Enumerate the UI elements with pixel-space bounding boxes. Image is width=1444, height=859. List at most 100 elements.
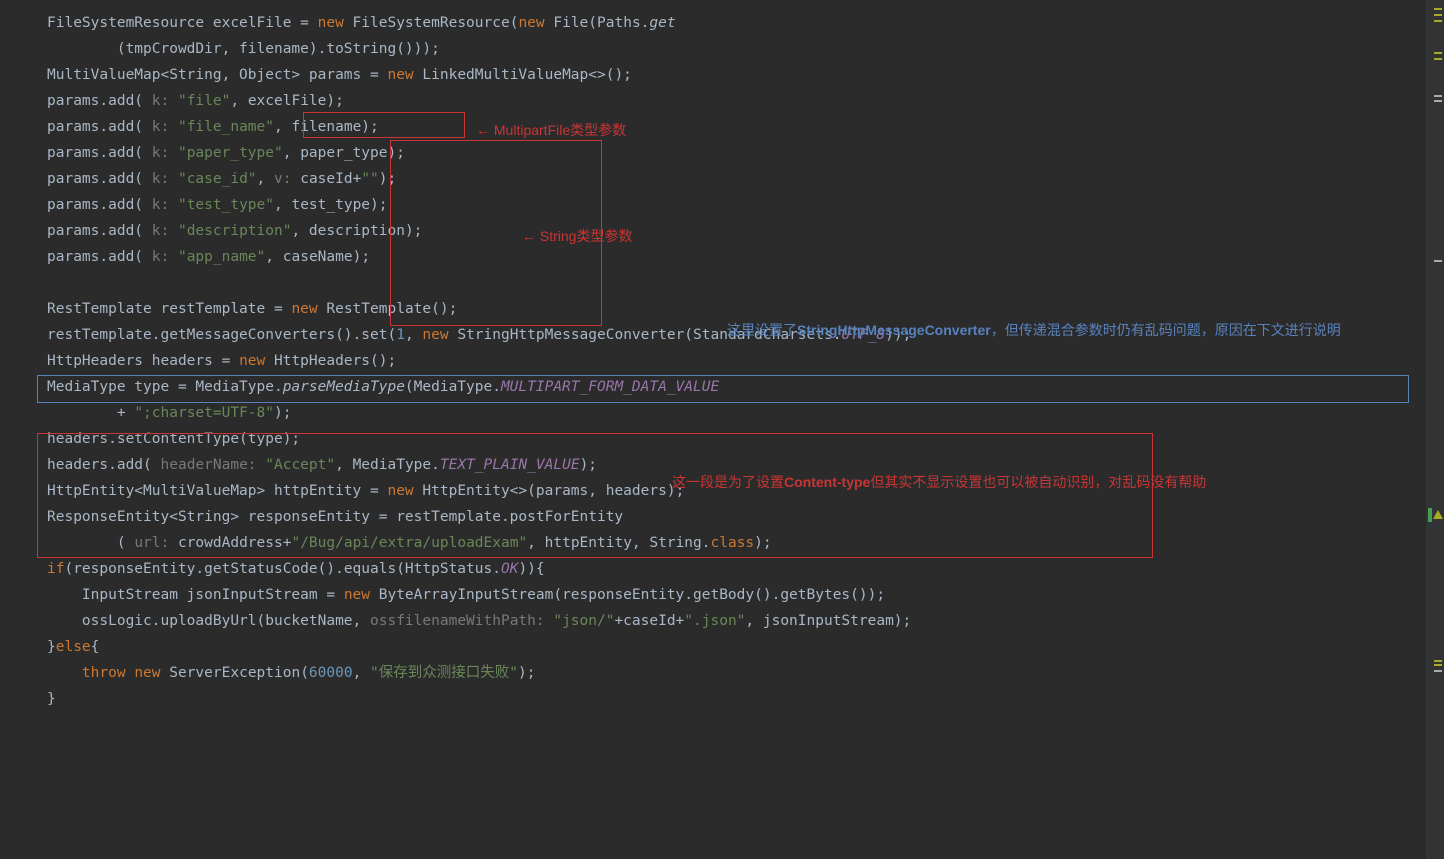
code-line: ( url: crowdAddress+"/Bug/api/extra/uplo…: [0, 530, 1444, 556]
string: "file_name": [178, 119, 274, 135]
code-text: filename);: [291, 119, 378, 135]
code-text: )){: [518, 561, 544, 577]
code-text: (tmpCrowdDir, filename).toString()));: [47, 41, 440, 57]
code-text: , description);: [291, 223, 422, 239]
code-text: ,: [353, 665, 370, 681]
keyword: new: [422, 327, 448, 343]
minimap-marker: [1434, 52, 1442, 54]
annotation-contenttype: 这一段是为了设置Content-type但其实不显示设置也可以被自动识别，对乱码…: [672, 471, 1412, 493]
arrow-icon: ←: [476, 122, 490, 138]
string: "case_id": [178, 171, 257, 187]
code-text: [47, 665, 82, 681]
minimap-marker: [1428, 508, 1432, 522]
code-line: params.add( k: "case_id", v: caseId+"");: [0, 166, 1444, 192]
code-line: ossLogic.uploadByUrl(bucketName, ossfile…: [0, 608, 1444, 634]
code-text: ,: [265, 249, 282, 265]
annotation-text: MultipartFile类型参数: [494, 122, 626, 138]
minimap-marker: [1434, 670, 1442, 672]
code-text: headers.add(: [47, 457, 161, 473]
code-text: ResponseEntity<String> responseEntity = …: [47, 509, 623, 525]
param-hint: k:: [152, 197, 178, 213]
code-line: FileSystemResource excelFile = new FileS…: [0, 10, 1444, 36]
keyword: new: [318, 15, 344, 31]
code-text: (: [47, 535, 134, 551]
code-text: (responseEntity.getStatusCode().equals(H…: [64, 561, 501, 577]
string: "保存到众测接口失败": [370, 665, 518, 681]
constant: TEXT_PLAIN_VALUE: [440, 457, 580, 473]
annotation-text: 这里设置了: [727, 322, 797, 338]
keyword: throw: [82, 665, 126, 681]
param-hint: k:: [152, 171, 178, 187]
code-text: excelFile);: [248, 93, 344, 109]
code-text: , test_type);: [274, 197, 388, 213]
minimap-marker: [1434, 20, 1442, 22]
minimap-marker: [1434, 100, 1442, 102]
constant: OK: [501, 561, 518, 577]
keyword: new: [239, 353, 265, 369]
method: get: [649, 15, 675, 31]
code-line: + ";charset=UTF-8");: [0, 400, 1444, 426]
code-line: }else{: [0, 634, 1444, 660]
number: 1: [396, 327, 405, 343]
code-text: MediaType type = MediaType.: [47, 379, 283, 395]
code-editor[interactable]: FileSystemResource excelFile = new FileS…: [0, 0, 1444, 712]
code-line: if(responseEntity.getStatusCode().equals…: [0, 556, 1444, 582]
code-line: }: [0, 686, 1444, 712]
code-text: LinkedMultiValueMap<>();: [414, 67, 632, 83]
code-text: caseId+: [300, 171, 361, 187]
string: "Accept": [265, 457, 335, 473]
code-line: params.add( k: "file_name", filename);: [0, 114, 1444, 140]
code-text: HttpHeaders headers =: [47, 353, 239, 369]
code-text: ServerException(: [161, 665, 309, 681]
param-hint: k:: [152, 223, 178, 239]
code-line: params.add( k: "description", descriptio…: [0, 218, 1444, 244]
code-text: +: [47, 405, 134, 421]
string: "test_type": [178, 197, 274, 213]
code-text: HttpHeaders();: [265, 353, 396, 369]
string: "description": [178, 223, 292, 239]
code-text: , paper_type);: [283, 145, 405, 161]
minimap[interactable]: [1426, 0, 1444, 859]
code-text: params.add(: [47, 93, 152, 109]
param-hint: k:: [152, 119, 178, 135]
param-hint: k:: [152, 93, 178, 109]
string: "app_name": [178, 249, 265, 265]
param-hint: url:: [134, 535, 178, 551]
annotation-converter: 这里设置了StringHttpMessageConverter，但传递混合参数时…: [727, 319, 1427, 341]
arrow-icon: ←: [522, 228, 536, 244]
minimap-marker: [1434, 260, 1442, 262]
code-text: }: [47, 639, 56, 655]
keyword: new: [387, 67, 413, 83]
code-text: (MediaType.: [405, 379, 501, 395]
code-text: }: [47, 691, 56, 707]
code-text: );: [274, 405, 291, 421]
string: ";charset=UTF-8": [134, 405, 274, 421]
keyword: else: [56, 639, 91, 655]
annotation-text: 这一段是为了设置: [672, 474, 784, 490]
annotation-multipart: ← MultipartFile类型参数: [476, 117, 626, 143]
code-line: params.add( k: "paper_type", paper_type)…: [0, 140, 1444, 166]
code-text: File(Paths.: [545, 15, 650, 31]
keyword: new: [518, 15, 544, 31]
code-text: RestTemplate();: [318, 301, 458, 317]
code-text: );: [379, 171, 396, 187]
keyword: new: [291, 301, 317, 317]
annotation-text: 但其实不显示设置也可以被自动识别，对乱码没有帮助: [870, 474, 1206, 490]
code-line: MultiValueMap<String, Object> params = n…: [0, 62, 1444, 88]
code-line: InputStream jsonInputStream = new ByteAr…: [0, 582, 1444, 608]
code-text: params.add(: [47, 197, 152, 213]
code-line: (tmpCrowdDir, filename).toString()));: [0, 36, 1444, 62]
code-text: {: [91, 639, 100, 655]
annotation-text: StringHttpMessageConverter: [797, 322, 991, 338]
code-text: params.add(: [47, 145, 152, 161]
minimap-marker: [1434, 8, 1442, 10]
code-line: [0, 270, 1444, 296]
param-hint: v:: [274, 171, 300, 187]
code-text: InputStream jsonInputStream =: [47, 587, 344, 603]
code-text: params.add(: [47, 223, 152, 239]
keyword: if: [47, 561, 64, 577]
param-hint: headerName:: [161, 457, 266, 473]
code-text: FileSystemResource excelFile =: [47, 15, 318, 31]
string: "file": [178, 93, 230, 109]
code-text: ,: [405, 327, 422, 343]
